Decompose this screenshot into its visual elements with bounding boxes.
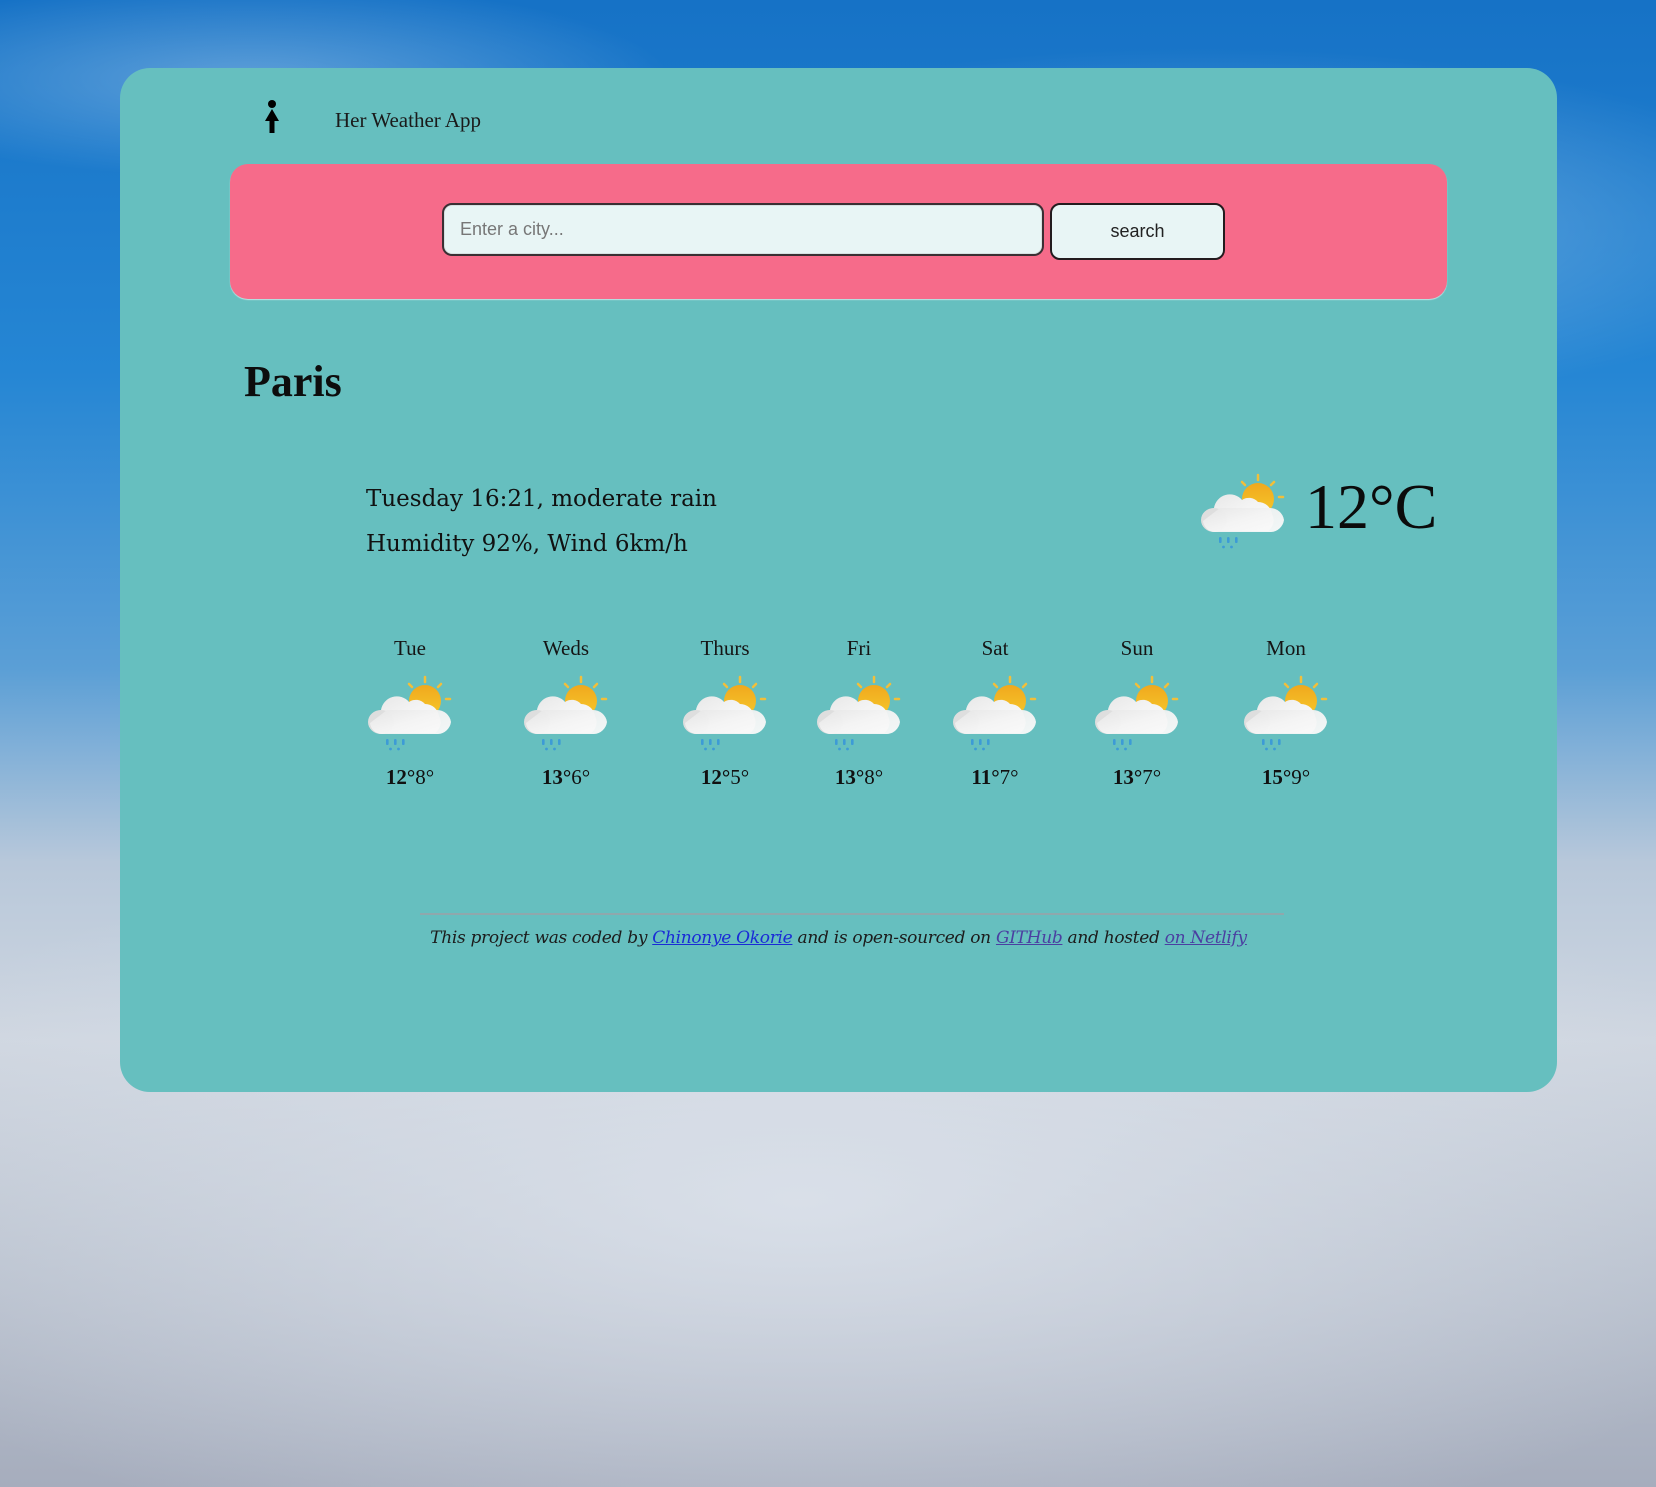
forecast-day: Sun 13°7° xyxy=(1082,633,1192,790)
forecast-day: Fri 13°8° xyxy=(804,633,914,790)
author-link[interactable]: Chinonye Okorie xyxy=(652,928,793,948)
cloud-sun-rain-icon xyxy=(816,675,902,753)
forecast-max: 13° xyxy=(1112,765,1143,789)
forecast-day: Thurs 12°5° xyxy=(670,633,780,790)
cloud-sun-rain-icon xyxy=(367,675,453,753)
forecast-day-name: Tue xyxy=(394,636,426,660)
app-name: Her Weather App xyxy=(335,108,482,132)
forecast-max: 13° xyxy=(541,765,572,789)
forecast-min: 5° xyxy=(730,765,750,789)
forecast-min: 8° xyxy=(415,765,435,789)
github-link[interactable]: GITHub xyxy=(996,928,1063,948)
forecast-min: 7° xyxy=(999,765,1019,789)
search-panel: search xyxy=(230,164,1447,299)
forecast-min: 6° xyxy=(571,765,591,789)
forecast-day: Mon 15°9° xyxy=(1231,633,1341,790)
search-button[interactable]: search xyxy=(1050,203,1225,260)
footer-text: and hosted xyxy=(1062,928,1165,948)
forecast-max: 13° xyxy=(834,765,865,789)
cloud-sun-rain-icon xyxy=(682,675,768,753)
netlify-link[interactable]: on Netlify xyxy=(1165,928,1247,948)
forecast-temps: 13°8° xyxy=(804,765,914,790)
forecast-temps: 13°6° xyxy=(511,765,621,790)
forecast-day: Weds 13°6° xyxy=(511,633,621,790)
current-details: Tuesday 16:21, moderate rain Humidity 92… xyxy=(366,477,717,567)
woman-figure-icon xyxy=(265,100,279,133)
footer-text: This project was coded by xyxy=(430,928,653,948)
datetime-description: Tuesday 16:21, moderate rain xyxy=(366,486,717,512)
footer: This project was coded by Chinonye Okori… xyxy=(120,928,1557,948)
forecast-day: Sat 11°7° xyxy=(940,633,1050,790)
forecast-day-name: Mon xyxy=(1266,636,1306,660)
footer-divider xyxy=(420,913,1284,915)
forecast-min: 8° xyxy=(864,765,884,789)
forecast-temps: 11°7° xyxy=(940,765,1050,790)
current-temperature: 12°C xyxy=(1305,471,1438,542)
forecast-min: 7° xyxy=(1142,765,1162,789)
forecast-day-name: Fri xyxy=(846,636,872,660)
forecast-day-name: Sun xyxy=(1120,636,1154,660)
cloud-sun-rain-icon xyxy=(952,675,1038,753)
cloud-sun-rain-icon xyxy=(1243,675,1329,753)
cloud-sun-rain-icon xyxy=(1200,473,1286,551)
forecast-max: 15° xyxy=(1261,765,1292,789)
forecast-temps: 15°9° xyxy=(1231,765,1341,790)
forecast-day: Tue 12°8° xyxy=(355,633,465,790)
forecast-min: 9° xyxy=(1291,765,1311,789)
forecast-max: 12° xyxy=(385,765,416,789)
weather-card: Her Weather App search Paris Tuesday 16:… xyxy=(120,68,1557,1092)
forecast-temps: 13°7° xyxy=(1082,765,1192,790)
city-search-input[interactable] xyxy=(442,203,1044,256)
forecast-day-name: Thurs xyxy=(700,636,750,660)
forecast-temps: 12°8° xyxy=(355,765,465,790)
cloud-sun-rain-icon xyxy=(523,675,609,753)
forecast-temps: 12°5° xyxy=(670,765,780,790)
city-name: Paris xyxy=(244,357,342,406)
footer-text: and is open-sourced on xyxy=(792,928,996,948)
forecast-max: 12° xyxy=(700,765,731,789)
humidity-wind: Humidity 92%, Wind 6km/h xyxy=(366,531,688,557)
forecast-day-name: Weds xyxy=(542,636,590,660)
forecast-max: 11° xyxy=(971,765,1000,789)
cloud-sun-rain-icon xyxy=(1094,675,1180,753)
forecast-day-name: Sat xyxy=(981,636,1009,660)
